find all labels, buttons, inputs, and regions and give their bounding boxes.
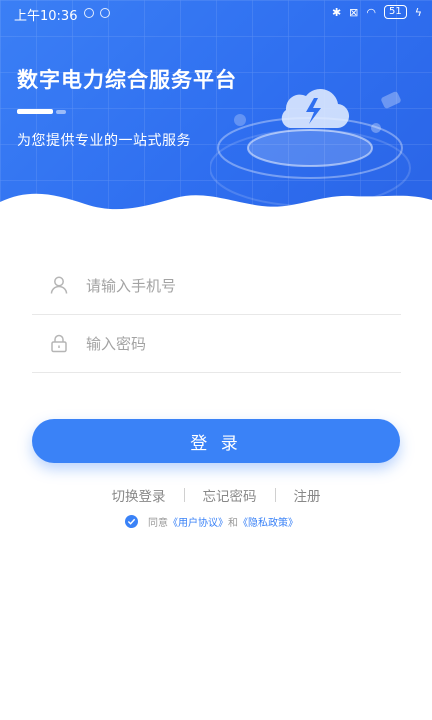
page-title: 数字电力综合服务平台 <box>17 68 237 92</box>
lock-icon <box>32 333 86 353</box>
switch-login-link[interactable]: 切换登录 <box>112 485 166 505</box>
check-icon <box>127 518 136 525</box>
agreement-row: 同意 《用户协议》 和 《隐私政策》 <box>125 514 298 529</box>
login-button[interactable]: 登 录 <box>32 419 400 463</box>
user-icon <box>32 275 86 295</box>
bluetooth-icon: ✱ <box>331 5 342 19</box>
notification-icons <box>84 8 110 18</box>
agree-and: 和 <box>228 518 238 529</box>
phone-input[interactable]: 请输入手机号 <box>86 275 176 296</box>
password-field[interactable]: 输入密码 <box>32 314 401 373</box>
battery-icon: 51 <box>384 5 407 19</box>
auth-links: 切换登录 忘记密码 注册 <box>0 485 432 505</box>
wifi-icon: ◠ <box>366 5 376 19</box>
user-agreement-link[interactable]: 《用户协议》 <box>168 514 228 529</box>
divider <box>274 488 276 502</box>
title-underline-dot <box>56 110 66 114</box>
status-right: ✱ ⊠ ◠ 51 ϟ <box>332 5 422 19</box>
header-wave <box>0 193 432 240</box>
register-link[interactable]: 注册 <box>294 485 321 505</box>
status-bar: 上午10:36 ✱ ⊠ ◠ 51 ϟ <box>0 0 432 26</box>
agree-checkbox[interactable] <box>125 515 138 528</box>
forgot-password-link[interactable]: 忘记密码 <box>203 485 257 505</box>
password-input[interactable]: 输入密码 <box>86 333 146 354</box>
privacy-policy-link[interactable]: 《隐私政策》 <box>238 514 298 529</box>
charging-icon: ϟ <box>414 5 422 19</box>
title-underline <box>17 109 53 114</box>
phone-field[interactable]: 请输入手机号 <box>32 256 401 315</box>
page-subtitle: 为您提供专业的一站式服务 <box>17 133 191 149</box>
mute-icon: ⊠ <box>349 5 359 19</box>
status-time: 上午10:36 <box>14 9 78 24</box>
agree-prefix: 同意 <box>148 518 168 529</box>
divider <box>183 488 185 502</box>
